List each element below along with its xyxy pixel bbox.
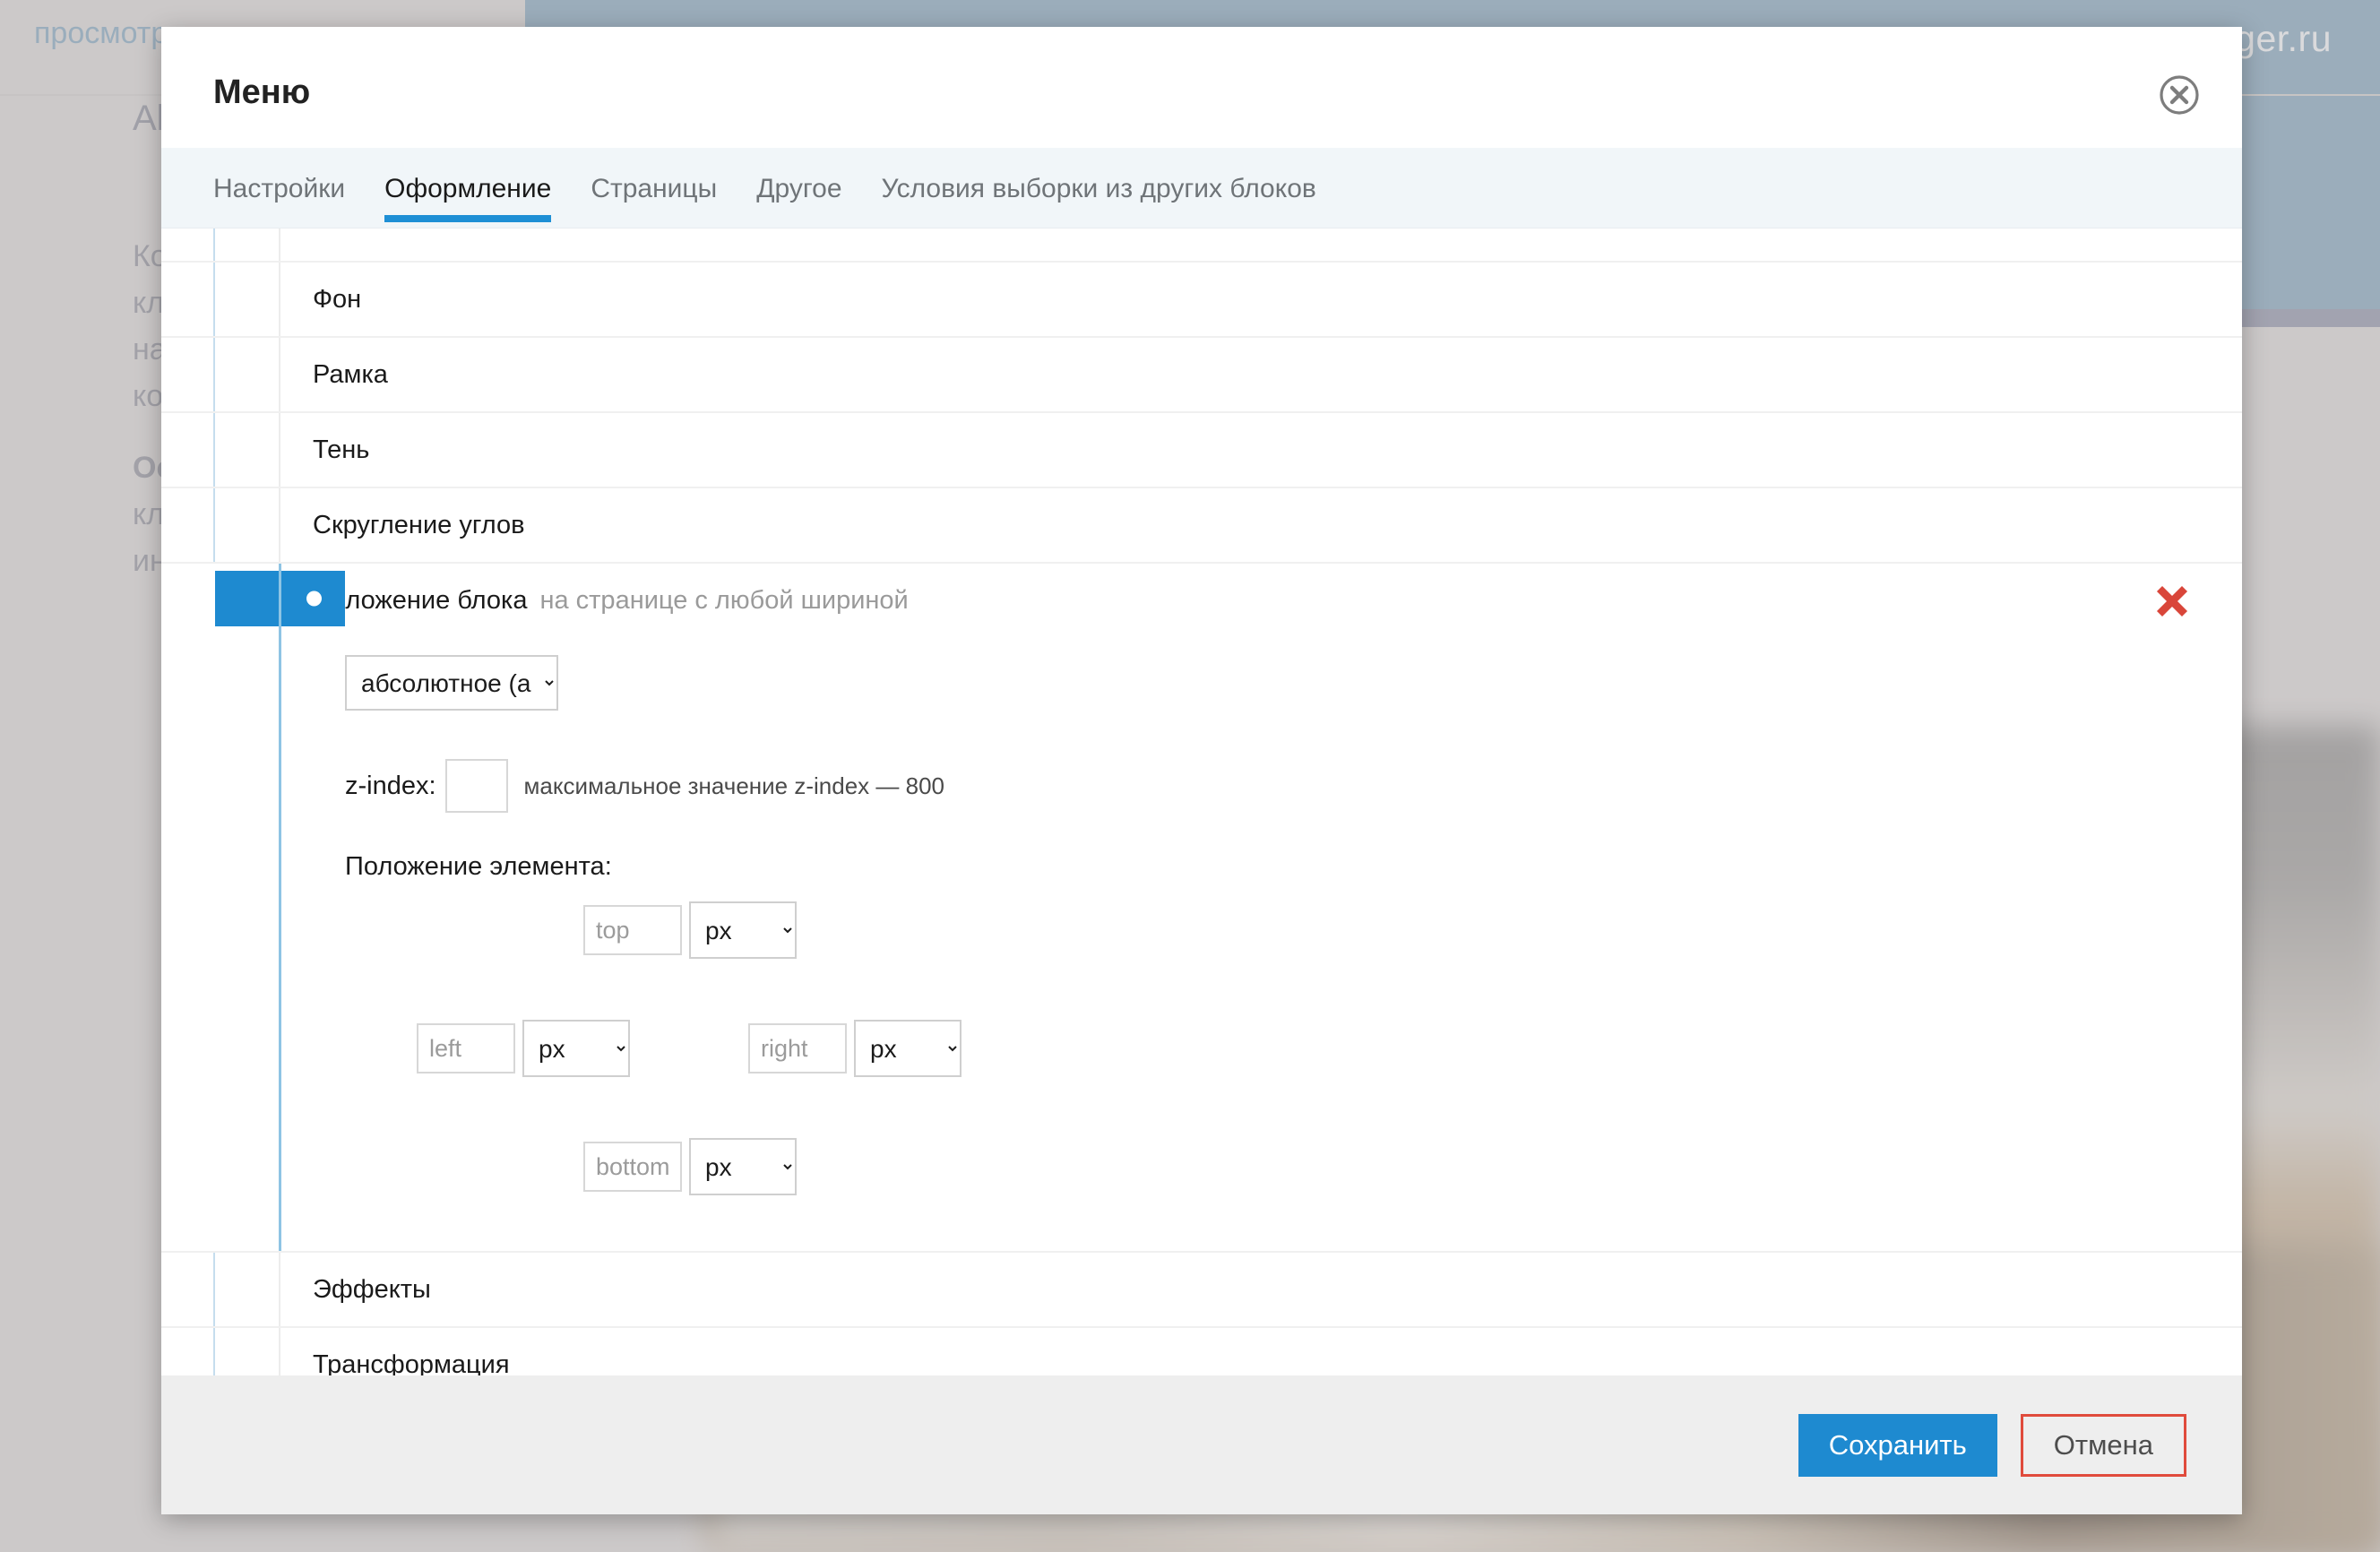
row-toggle-cell[interactable] [161, 228, 215, 261]
section-label-polozhenie-bloka[interactable]: Положение блока на странице с любой шири… [313, 564, 2242, 637]
row-toggle-cell[interactable] [161, 488, 215, 562]
row-toggle-cell[interactable] [161, 413, 215, 487]
offset-top-input[interactable] [583, 905, 682, 955]
section-label-ramka[interactable]: Рамка [313, 338, 2242, 411]
section-label-fon[interactable]: Фон [313, 263, 2242, 336]
tab-stranicy[interactable]: Страницы [591, 174, 717, 228]
row-label-cell: Скругление углов [280, 488, 2242, 562]
zindex-input[interactable] [444, 759, 508, 813]
offset-right-input[interactable] [748, 1023, 847, 1073]
row-content-cell: Положение блока на странице с любой шири… [280, 564, 2242, 1251]
row-dot-cell [215, 564, 280, 1251]
row-dot-cell [215, 1328, 280, 1375]
table-row-fon[interactable]: Фон [161, 263, 2242, 338]
table-row-polozhenie-bloka: Положение блока на странице с любой шири… [161, 564, 2242, 1253]
offset-left-unit-select[interactable]: px%emremvhvw [522, 1020, 630, 1077]
row-dot-cell [215, 263, 280, 336]
row-dot-cell [215, 338, 280, 411]
zindex-label: z-index: [345, 771, 436, 800]
offset-bottom-input[interactable] [583, 1142, 682, 1192]
offset-inputs-grid: px%emremvhvw px%emremvhvw px%emremvhvw [345, 901, 1241, 1201]
offset-bottom-unit-select[interactable]: px%emremvhvw [689, 1138, 797, 1195]
zindex-row: z-index: максимальное значение z-index —… [345, 759, 2242, 813]
section-label-skruglenie-uglov[interactable]: Скругление углов [313, 488, 2242, 562]
row-label-cell: Фон [280, 263, 2242, 336]
tab-oformlenie[interactable]: Оформление [384, 174, 552, 228]
offset-left-input[interactable] [417, 1023, 515, 1073]
offset-left-group: px%emremvhvw [417, 1020, 630, 1077]
save-button[interactable]: Сохранить [1798, 1413, 1997, 1477]
row-toggle-cell[interactable] [161, 263, 215, 336]
dialog-body: Фон Рамка Тень Скругление углов Положени… [161, 228, 2242, 1375]
row-label-cell [280, 228, 2242, 261]
section-label-hint: на странице с любой шириной [539, 585, 909, 615]
dialog-header: Меню [161, 27, 2242, 148]
red-x-delete-icon[interactable] [2152, 582, 2192, 621]
style-section-list: Фон Рамка Тень Скругление углов Положени… [161, 228, 2242, 1375]
position-settings-panel: статичное (static)относительное (relativ… [313, 637, 2242, 1251]
table-row-partial [161, 228, 2242, 263]
row-toggle-cell[interactable] [161, 1328, 215, 1375]
row-dot-cell [215, 413, 280, 487]
offset-top-unit-select[interactable]: px%emremvhvw [689, 901, 797, 959]
offset-top-group: px%emremvhvw [583, 901, 797, 959]
tab-usloviya-vyborki[interactable]: Условия выборки из других блоков [882, 174, 1316, 228]
dialog-footer: Сохранить Отмена [161, 1375, 2242, 1514]
close-circle-icon[interactable] [2158, 73, 2201, 116]
dialog-title: Меню [213, 73, 311, 111]
table-row-ten[interactable]: Тень [161, 413, 2242, 488]
row-label-cell: Трансформация [280, 1328, 2242, 1376]
row-dot-cell [215, 228, 280, 261]
row-toggle-cell[interactable] [161, 338, 215, 411]
row-label-cell: Рамка [280, 338, 2242, 411]
menu-settings-dialog: Меню Настройки Оформление Страницы Друго… [161, 27, 2242, 1514]
row-label-cell: Эффекты [280, 1253, 2242, 1326]
zindex-hint: максимальное значение z-index — 800 [523, 772, 945, 799]
table-row-skruglenie[interactable]: Скругление углов [161, 488, 2242, 564]
offset-bottom-group: px%emremvhvw [583, 1138, 797, 1195]
row-tree-line [279, 564, 281, 1251]
row-toggle-cell[interactable] [161, 1253, 215, 1326]
table-row-effekty[interactable]: Эффекты [161, 1253, 2242, 1328]
dialog-tabbar: Настройки Оформление Страницы Другое Усл… [161, 148, 2242, 228]
row-label-cell: Тень [280, 413, 2242, 487]
section-label-ten[interactable]: Тень [313, 413, 2242, 487]
section-label-effekty[interactable]: Эффекты [313, 1253, 2242, 1326]
row-dot-cell [215, 488, 280, 562]
toggle-dot-icon [306, 591, 322, 607]
row-toggle-cell[interactable] [161, 564, 215, 1251]
cancel-button[interactable]: Отмена [2020, 1413, 2186, 1477]
tab-drugoe[interactable]: Другое [756, 174, 841, 228]
section-label-transformaciya[interactable]: Трансформация [313, 1328, 2242, 1376]
table-row-transformaciya[interactable]: Трансформация [161, 1328, 2242, 1375]
row-dot-cell [215, 1253, 280, 1326]
table-row-ramka[interactable]: Рамка [161, 338, 2242, 413]
position-type-select[interactable]: статичное (static)относительное (relativ… [345, 655, 558, 711]
element-position-label: Положение элемента: [345, 852, 612, 881]
offset-right-group: px%emremvhvw [748, 1020, 961, 1077]
tab-nastroiki[interactable]: Настройки [213, 174, 345, 228]
offset-right-unit-select[interactable]: px%emremvhvw [854, 1020, 961, 1077]
